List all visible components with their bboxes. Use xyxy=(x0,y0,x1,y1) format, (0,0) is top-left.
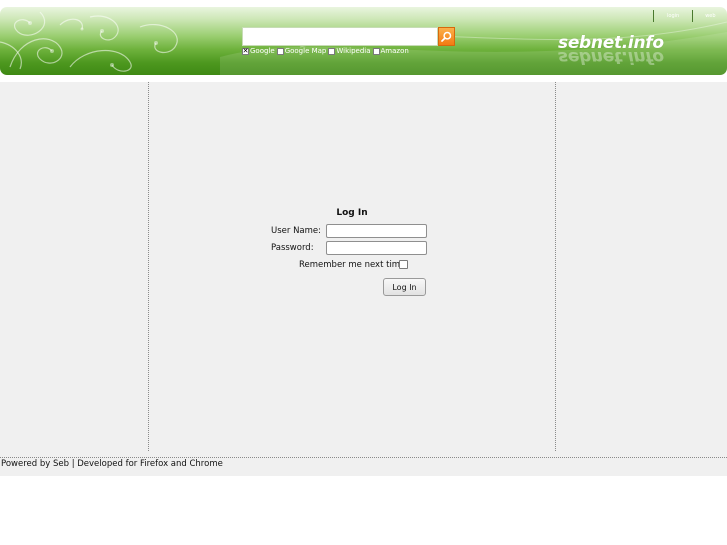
engine-option-google-map[interactable]: Google Map xyxy=(276,47,327,55)
site-logo-reflection: sebnet.info xyxy=(558,47,664,67)
username-label: User Name: xyxy=(271,226,322,236)
engine-label: Google xyxy=(250,47,275,55)
remember-me-checkbox[interactable] xyxy=(399,260,408,269)
search-input[interactable] xyxy=(242,27,438,46)
column-divider-left xyxy=(148,82,149,451)
login-title: Log In xyxy=(336,208,368,218)
engine-option-google[interactable]: ✕ Google xyxy=(242,47,275,55)
login-link[interactable]: login xyxy=(654,13,692,19)
login-button[interactable]: Log In xyxy=(383,278,426,296)
engine-label: Google Map xyxy=(284,47,327,55)
search-button[interactable] xyxy=(438,27,455,46)
password-label: Password: xyxy=(271,243,314,253)
engine-checkbox-wikipedia[interactable] xyxy=(328,47,336,55)
engine-checkbox-google[interactable]: ✕ xyxy=(242,47,249,55)
engine-label: Amazon xyxy=(380,47,409,55)
content-area: Log In User Name: Password: Remember me … xyxy=(0,82,727,476)
web-link[interactable]: web xyxy=(693,13,727,19)
engine-checkbox-google-map[interactable] xyxy=(276,47,284,55)
magnifier-icon xyxy=(441,31,452,42)
header-banner: ✕ Google Google Map Wikipedia Amazon log… xyxy=(0,7,727,75)
engine-option-amazon[interactable]: Amazon xyxy=(372,47,409,55)
engine-checkbox-amazon[interactable] xyxy=(372,47,380,55)
remember-me-label: Remember me next time. xyxy=(299,260,409,270)
footer-text: Powered by Seb | Developed for Firefox a… xyxy=(1,459,223,469)
search-engine-options: ✕ Google Google Map Wikipedia Amazon xyxy=(242,46,411,56)
top-links: login web xyxy=(653,10,727,22)
password-input[interactable] xyxy=(326,241,427,255)
engine-label: Wikipedia xyxy=(336,47,371,55)
engine-option-wikipedia[interactable]: Wikipedia xyxy=(328,47,371,55)
column-divider-right xyxy=(555,82,556,451)
username-input[interactable] xyxy=(326,224,427,238)
footer-divider xyxy=(0,457,727,458)
